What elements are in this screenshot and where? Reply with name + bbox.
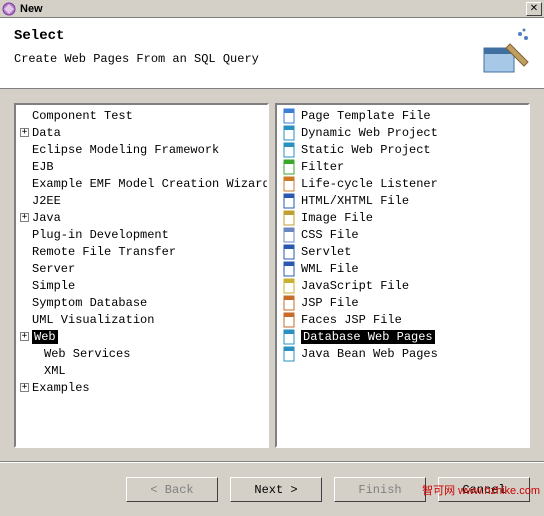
tree-item[interactable]: Component Test (18, 107, 265, 124)
list-item[interactable]: Static Web Project (279, 141, 526, 158)
file-type-icon (281, 142, 297, 158)
list-item[interactable]: Servlet (279, 243, 526, 260)
tree-item-label: Java (32, 211, 61, 225)
list-item-label: JSP File (301, 296, 359, 310)
list-item[interactable]: Life-cycle Listener (279, 175, 526, 192)
list-item-label: Static Web Project (301, 143, 431, 157)
tree-item-label: UML Visualization (32, 313, 154, 327)
file-type-icon (281, 159, 297, 175)
tree-item-label: XML (44, 364, 66, 378)
tree-item[interactable]: +Web (18, 328, 265, 345)
tree-item-label: Symptom Database (32, 296, 147, 310)
tree-item-label: Web (32, 330, 58, 344)
list-item-label: CSS File (301, 228, 359, 242)
main-content: Component Test+DataEclipse Modeling Fram… (0, 89, 544, 462)
file-type-icon (281, 193, 297, 209)
tree-item[interactable]: +Data (18, 124, 265, 141)
tree-item[interactable]: Plug-in Development (18, 226, 265, 243)
file-type-icon (281, 261, 297, 277)
list-item[interactable]: Image File (279, 209, 526, 226)
tree-item-label: EJB (32, 160, 54, 174)
tree-item[interactable]: Eclipse Modeling Framework (18, 141, 265, 158)
list-item[interactable]: JSP File (279, 294, 526, 311)
tree-item[interactable]: +Examples (18, 379, 265, 396)
tree-item[interactable]: EJB (18, 158, 265, 175)
next-button[interactable]: Next > (230, 477, 322, 502)
app-icon (2, 2, 16, 16)
tree-item-label: Remote File Transfer (32, 245, 176, 259)
list-item[interactable]: WML File (279, 260, 526, 277)
tree-item-label: Examples (32, 381, 90, 395)
tree-item-label: Eclipse Modeling Framework (32, 143, 219, 157)
list-item[interactable]: JavaScript File (279, 277, 526, 294)
wizard-header: Select Create Web Pages From an SQL Quer… (0, 18, 544, 89)
tree-item-label: Web Services (44, 347, 130, 361)
file-type-icon (281, 312, 297, 328)
list-item-label: Filter (301, 160, 344, 174)
tree-item[interactable]: J2EE (18, 192, 265, 209)
list-item[interactable]: Java Bean Web Pages (279, 345, 526, 362)
tree-item[interactable]: Web Services (18, 345, 265, 362)
file-type-icon (281, 346, 297, 362)
list-item-label: Image File (301, 211, 373, 225)
list-item-label: HTML/XHTML File (301, 194, 409, 208)
list-item-label: Life-cycle Listener (301, 177, 438, 191)
file-type-icon (281, 210, 297, 226)
title-bar: New ✕ (0, 0, 544, 18)
tree-item-label: Example EMF Model Creation Wizards (32, 177, 269, 191)
tree-item[interactable]: Simple (18, 277, 265, 294)
list-item[interactable]: Filter (279, 158, 526, 175)
list-item-label: Page Template File (301, 109, 431, 123)
file-type-icon (281, 278, 297, 294)
tree-item-label: J2EE (32, 194, 61, 208)
tree-item-label: Server (32, 262, 75, 276)
window-title: New (20, 3, 526, 15)
header-heading: Select (14, 28, 470, 44)
tree-item[interactable]: Example EMF Model Creation Wizards (18, 175, 265, 192)
header-subtitle: Create Web Pages From an SQL Query (14, 52, 470, 66)
wizard-list-pane[interactable]: Page Template File Dynamic Web Project Sta… (275, 103, 530, 448)
watermark: 智可网www.hzhike.com (419, 482, 540, 498)
list-item[interactable]: Database Web Pages (279, 328, 526, 345)
tree-item-label: Simple (32, 279, 75, 293)
tree-item[interactable]: +Java (18, 209, 265, 226)
back-button: < Back (126, 477, 218, 502)
category-tree-pane[interactable]: Component Test+DataEclipse Modeling Fram… (14, 103, 269, 448)
tree-item[interactable]: UML Visualization (18, 311, 265, 328)
list-item[interactable]: Dynamic Web Project (279, 124, 526, 141)
file-type-icon (281, 125, 297, 141)
list-item-label: Java Bean Web Pages (301, 347, 438, 361)
tree-item[interactable]: XML (18, 362, 265, 379)
expander-icon[interactable]: + (20, 332, 29, 341)
list-item-label: Faces JSP File (301, 313, 402, 327)
file-type-icon (281, 108, 297, 124)
list-item[interactable]: Page Template File (279, 107, 526, 124)
expander-icon[interactable]: + (20, 128, 29, 137)
file-type-icon (281, 176, 297, 192)
wizard-icon (480, 28, 530, 78)
list-item-label: WML File (301, 262, 359, 276)
close-button[interactable]: ✕ (526, 2, 542, 16)
tree-item[interactable]: Server (18, 260, 265, 277)
expander-icon[interactable]: + (20, 213, 29, 222)
list-item[interactable]: HTML/XHTML File (279, 192, 526, 209)
list-item[interactable]: CSS File (279, 226, 526, 243)
list-item-label: Database Web Pages (301, 330, 435, 344)
file-type-icon (281, 295, 297, 311)
expander-icon[interactable]: + (20, 383, 29, 392)
tree-item[interactable]: Symptom Database (18, 294, 265, 311)
file-type-icon (281, 227, 297, 243)
finish-button: Finish (334, 477, 426, 502)
list-item-label: Servlet (301, 245, 351, 259)
list-item[interactable]: Faces JSP File (279, 311, 526, 328)
file-type-icon (281, 244, 297, 260)
tree-item-label: Component Test (32, 109, 133, 123)
file-type-icon (281, 329, 297, 345)
tree-item[interactable]: Remote File Transfer (18, 243, 265, 260)
list-item-label: JavaScript File (301, 279, 409, 293)
list-item-label: Dynamic Web Project (301, 126, 438, 140)
tree-item-label: Plug-in Development (32, 228, 169, 242)
tree-item-label: Data (32, 126, 61, 140)
